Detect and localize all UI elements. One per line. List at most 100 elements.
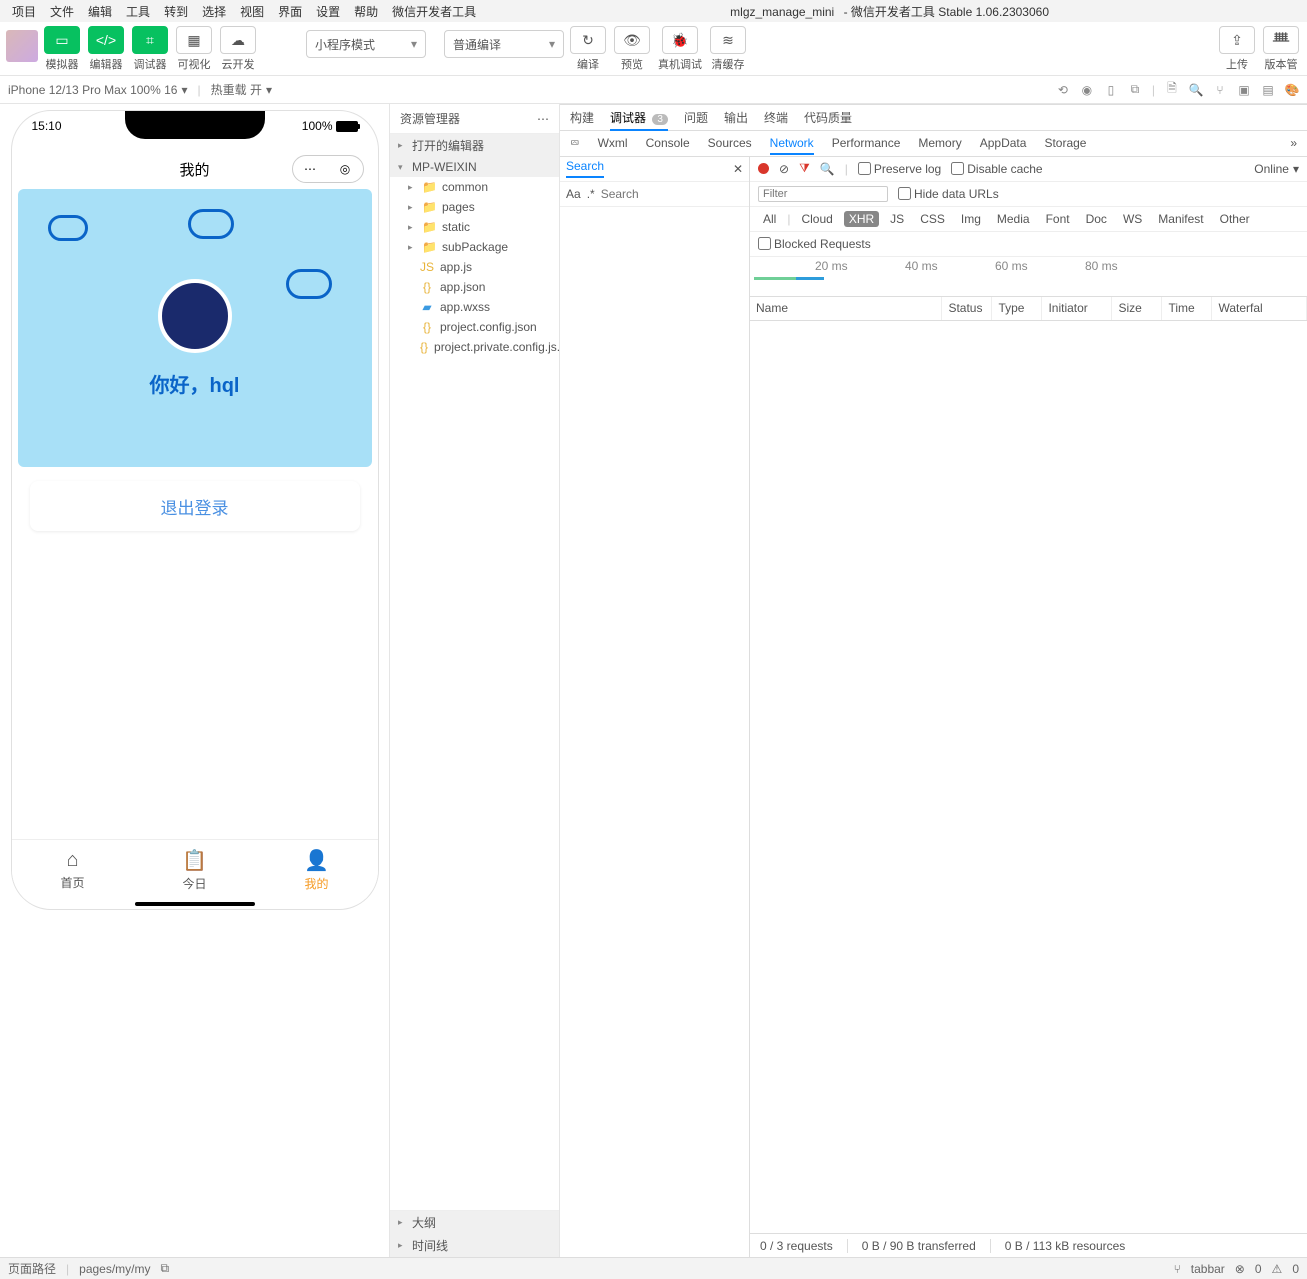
menu-file[interactable]: 文件 [44, 1, 80, 22]
open-editors-section[interactable]: ▸打开的编辑器 [390, 134, 559, 157]
more-icon[interactable]: ⋯ [537, 112, 549, 126]
regex-icon[interactable]: .* [587, 187, 595, 201]
compile-button[interactable]: ↻ [570, 26, 606, 54]
tab-terminal[interactable]: 终端 [764, 105, 788, 130]
upload-button[interactable]: ⇪ [1219, 26, 1255, 54]
network-timeline[interactable]: 20 ms 40 ms 60 ms 80 ms [750, 257, 1307, 297]
folder-pages[interactable]: ▸📁pages [390, 197, 559, 217]
filter-icon[interactable]: ⧩ [799, 161, 810, 176]
chip-ws[interactable]: WS [1118, 211, 1147, 227]
capsule-menu-icon[interactable]: ⋯ [301, 160, 319, 178]
project-avatar[interactable] [6, 30, 38, 62]
timeline-section[interactable]: ▸时间线 [390, 1234, 559, 1257]
editor-toggle[interactable]: </> [88, 26, 124, 54]
menu-wxdevtools[interactable]: 微信开发者工具 [386, 1, 482, 22]
menu-project[interactable]: 项目 [6, 1, 42, 22]
chip-media[interactable]: Media [992, 211, 1035, 227]
col-type[interactable]: Type [992, 297, 1042, 320]
search-input[interactable] [601, 187, 756, 201]
tab-performance[interactable]: Performance [832, 136, 901, 150]
tab-memory[interactable]: Memory [918, 136, 961, 150]
device-select[interactable]: iPhone 12/13 Pro Max 100% 16▾ [8, 83, 187, 97]
menu-tools[interactable]: 工具 [120, 1, 156, 22]
error-icon[interactable]: ⊗ [1235, 1262, 1245, 1276]
col-size[interactable]: Size [1112, 297, 1162, 320]
visual-toggle[interactable]: ▦ [176, 26, 212, 54]
menu-help[interactable]: 帮助 [348, 1, 384, 22]
record-icon[interactable]: ◉ [1080, 83, 1094, 97]
file-app-wxss[interactable]: ▰app.wxss [390, 297, 559, 317]
search-icon[interactable]: 🔍 [820, 162, 835, 176]
more-tabs-icon[interactable]: » [1290, 136, 1297, 150]
simulator-toggle[interactable]: ▭ [44, 26, 80, 54]
tab-sources[interactable]: Sources [708, 136, 752, 150]
tab-codequality[interactable]: 代码质量 [804, 105, 852, 130]
ext-icon[interactable]: ▣ [1237, 83, 1251, 97]
git-branch-icon[interactable]: ⑂ [1174, 1262, 1181, 1276]
chip-js[interactable]: JS [885, 211, 909, 227]
col-status[interactable]: Status [942, 297, 992, 320]
device-icon[interactable]: ▯ [1104, 83, 1118, 97]
tab-console[interactable]: Console [646, 136, 690, 150]
inspect-icon[interactable]: ⮹ [570, 136, 580, 151]
menu-settings[interactable]: 设置 [310, 1, 346, 22]
preserve-log-checkbox[interactable]: Preserve log [858, 162, 941, 176]
clear-cache-button[interactable]: ≋ [710, 26, 746, 54]
cloud-toggle[interactable]: ☁ [220, 26, 256, 54]
folder-common[interactable]: ▸📁common [390, 177, 559, 197]
chip-cloud[interactable]: Cloud [796, 211, 837, 227]
chip-img[interactable]: Img [956, 211, 986, 227]
disable-cache-checkbox[interactable]: Disable cache [951, 162, 1042, 176]
menu-interface[interactable]: 界面 [272, 1, 308, 22]
debugger-toggle[interactable]: ⌗ [132, 26, 168, 54]
file-project-config[interactable]: {}project.config.json [390, 317, 559, 337]
menu-select[interactable]: 选择 [196, 1, 232, 22]
real-debug-button[interactable]: 🐞 [662, 26, 698, 54]
menu-goto[interactable]: 转到 [158, 1, 194, 22]
tab-wxml[interactable]: Wxml [598, 136, 628, 150]
chip-css[interactable]: CSS [915, 211, 950, 227]
file-app-json[interactable]: {}app.json [390, 277, 559, 297]
menu-view[interactable]: 视图 [234, 1, 270, 22]
chip-all[interactable]: All [758, 211, 781, 227]
match-case-icon[interactable]: Aa [566, 187, 581, 201]
chip-font[interactable]: Font [1041, 211, 1075, 227]
tab-network[interactable]: Network [770, 136, 814, 150]
close-icon[interactable]: ✕ [733, 162, 743, 176]
tab-appdata[interactable]: AppData [980, 136, 1027, 150]
tab-home[interactable]: ⌂首页 [12, 840, 134, 899]
files-icon[interactable]: 🗎 [1165, 83, 1179, 97]
chip-manifest[interactable]: Manifest [1153, 211, 1208, 227]
blocked-requests-checkbox[interactable]: Blocked Requests [758, 237, 871, 251]
page-path[interactable]: pages/my/my [79, 1262, 150, 1276]
chip-doc[interactable]: Doc [1081, 211, 1112, 227]
folder-static[interactable]: ▸📁static [390, 217, 559, 237]
file-app-js[interactable]: JSapp.js [390, 257, 559, 277]
popout-icon[interactable]: ⧉ [1128, 83, 1142, 97]
tab-build[interactable]: 构建 [570, 105, 594, 130]
throttling-select[interactable]: Online▾ [1254, 162, 1299, 176]
git-icon[interactable]: ⑂ [1213, 83, 1227, 97]
outline-section[interactable]: ▸大纲 [390, 1211, 559, 1234]
chip-other[interactable]: Other [1215, 211, 1255, 227]
project-root[interactable]: ▾MP-WEIXIN [390, 157, 559, 177]
tab-problems[interactable]: 问题 [684, 105, 708, 130]
chip-xhr[interactable]: XHR [844, 211, 879, 227]
search-tab[interactable]: Search [566, 159, 604, 178]
record-icon[interactable] [758, 163, 769, 174]
col-initiator[interactable]: Initiator [1042, 297, 1112, 320]
mode-select[interactable]: 小程序模式▾ [306, 30, 426, 58]
tab-output[interactable]: 输出 [724, 105, 748, 130]
col-name[interactable]: Name [750, 297, 942, 320]
warning-icon[interactable]: ⚠ [1272, 1262, 1283, 1276]
search-icon[interactable]: 🔍 [1189, 83, 1203, 97]
menu-edit[interactable]: 编辑 [82, 1, 118, 22]
tab-debugger[interactable]: 调试器 3 [610, 105, 668, 130]
copy-icon[interactable]: ⧉ [161, 1261, 170, 1276]
refresh-icon[interactable]: ⟲ [1056, 83, 1070, 97]
hot-reload-select[interactable]: 热重载 开▾ [211, 81, 272, 98]
filter-input[interactable] [758, 186, 888, 202]
clear-icon[interactable]: ⊘ [779, 162, 789, 176]
palette-icon[interactable]: 🎨 [1285, 83, 1299, 97]
tab-mine[interactable]: 👤我的 [256, 840, 378, 899]
